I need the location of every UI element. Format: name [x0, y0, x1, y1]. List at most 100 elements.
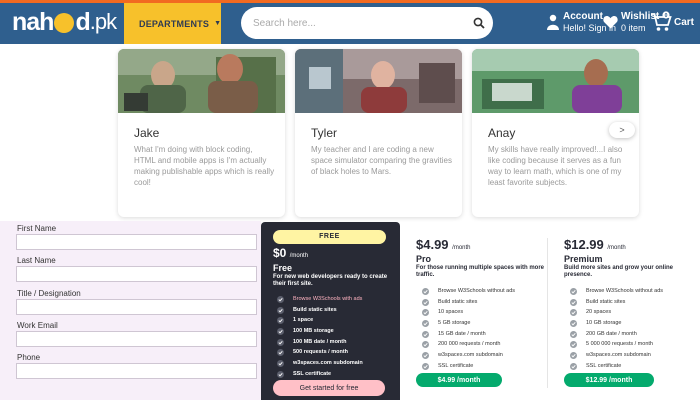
page: nah d .pk DEPARTMENTS ▼ Account Hello! S…: [0, 0, 700, 400]
check-icon: [277, 296, 284, 303]
check-icon: [422, 288, 429, 295]
check-icon: [570, 309, 577, 317]
plan-free-card: FREE $0 /month Free For new web develope…: [261, 222, 400, 400]
feature-item: 1 space: [277, 315, 363, 326]
feature-item: 10 spaces: [422, 307, 515, 318]
last-name-input[interactable]: [16, 266, 257, 282]
feature-text: 10 GB storage: [586, 320, 622, 327]
user-icon: [547, 14, 559, 30]
check-icon: [422, 362, 429, 370]
cart-label: Cart: [674, 16, 695, 28]
phone-input[interactable]: [16, 363, 257, 379]
feature-text: 5 GB storage: [438, 320, 471, 327]
check-icon: [277, 328, 284, 336]
feature-text: 500 requests / month: [293, 349, 349, 356]
free-price: $0 /month: [273, 246, 309, 260]
work-email-label: Work Email: [17, 321, 58, 330]
feature-text: SSL certificate: [586, 362, 622, 369]
logo-circle-icon: [54, 13, 75, 33]
check-icon: [422, 330, 429, 338]
top-header: nah d .pk DEPARTMENTS ▼ Account Hello! S…: [0, 0, 700, 44]
feature-item: w3spaces.com subdomain: [277, 358, 363, 369]
testimonial-name: Jake: [134, 126, 160, 140]
work-email-input[interactable]: [16, 331, 257, 347]
get-started-free-button[interactable]: Get started for free: [273, 380, 385, 396]
check-icon: [422, 298, 429, 306]
feature-item: 500 requests / month: [277, 347, 363, 358]
feature-text: 15 GB date / month: [438, 330, 486, 337]
feature-item: Build static sites: [570, 297, 663, 308]
feature-text: w3spaces.com subdomain: [586, 352, 651, 359]
carousel-next-button[interactable]: >: [609, 122, 635, 138]
check-icon: [277, 360, 284, 368]
check-icon: [570, 320, 577, 328]
departments-button[interactable]: DEPARTMENTS ▼: [124, 3, 221, 44]
pro-features-list: Browse W3Schools without ads Build static…: [422, 286, 515, 372]
free-plan-name: Free: [273, 263, 293, 273]
check-icon: [277, 338, 284, 346]
testimonial-quote: What I'm doing with block coding, HTML a…: [134, 145, 275, 187]
feature-item: Browse W3Schools with ads: [277, 294, 363, 305]
check-icon: [422, 341, 429, 349]
testimonial-card: Tyler My teacher and I are coding a new …: [295, 49, 462, 217]
feature-item: SSL certificate: [570, 361, 663, 372]
feature-item: 10 GB storage: [570, 318, 663, 329]
feature-text: Build static sites: [438, 298, 478, 305]
testimonial-name: Tyler: [311, 126, 338, 140]
premium-features-list: Browse W3Schools without ads Build static…: [570, 286, 663, 372]
testimonial-quote: My skills have really improved!...I also…: [488, 145, 623, 187]
testimonial-photo: [118, 49, 285, 113]
caret-down-icon: ▼: [214, 20, 221, 27]
testimonial-name: Anay: [488, 126, 516, 140]
logo-text-right: d: [75, 7, 90, 36]
site-logo[interactable]: nah d .pk: [12, 6, 117, 38]
logo-text-left: nah: [12, 7, 54, 36]
heart-icon: [603, 16, 618, 29]
pro-subscribe-button[interactable]: $4.99 /month: [416, 373, 502, 387]
testimonial-photo: [472, 49, 639, 113]
search-input[interactable]: [241, 17, 465, 29]
feature-item: w3spaces.com subdomain: [422, 350, 515, 361]
feature-item: Build static sites: [277, 305, 363, 316]
check-icon: [277, 317, 284, 325]
cart-icon: 0: [651, 11, 672, 31]
premium-per: /month: [607, 245, 626, 251]
check-icon: [422, 320, 429, 328]
first-name-input[interactable]: [16, 234, 257, 250]
feature-item: 15 GB date / month: [422, 329, 515, 340]
feature-text: Build static sites: [293, 306, 337, 313]
check-icon: [570, 362, 577, 370]
search-icon[interactable]: [465, 9, 493, 37]
phone-label: Phone: [17, 353, 41, 362]
check-icon: [570, 288, 577, 295]
feature-text: SSL certificate: [293, 370, 332, 377]
feature-text: Build static sites: [586, 298, 626, 305]
premium-plan-desc: Build more sites and grow your online pr…: [564, 265, 674, 278]
first-name-label: First Name: [17, 224, 57, 233]
feature-item: Browse W3Schools without ads: [570, 286, 663, 297]
check-icon: [422, 309, 429, 317]
feature-text: w3spaces.com subdomain: [438, 352, 503, 359]
plan-premium-card: $12.99 /month Premium Build more sites a…: [548, 222, 700, 400]
feature-item: w3spaces.com subdomain: [570, 350, 663, 361]
feature-text: 20 spaces: [586, 309, 612, 316]
check-icon: [277, 349, 284, 357]
check-icon: [277, 370, 284, 378]
testimonial-photo: [295, 49, 462, 113]
free-plan-desc: For new web developers ready to create t…: [273, 274, 388, 287]
feature-item: 200 GB date / month: [570, 329, 663, 340]
feature-text: w3spaces.com subdomain: [293, 360, 363, 367]
pro-price: $4.99 /month: [416, 237, 471, 252]
feature-text: Browse W3Schools without ads: [438, 288, 516, 294]
title-label: Title / Designation: [17, 289, 81, 298]
title-input[interactable]: [16, 299, 257, 315]
testimonial-card: Jake What I'm doing with block coding, H…: [118, 49, 285, 217]
feature-text: 100 MB storage: [293, 328, 334, 335]
plan-pro-card: $4.99 /month Pro For those running multi…: [400, 222, 547, 400]
search-bar: [241, 7, 493, 39]
premium-plan-name: Premium: [564, 254, 603, 264]
feature-text: SSL certificate: [438, 362, 474, 369]
feature-text: 200 000 requests / month: [438, 341, 501, 348]
cart-link[interactable]: 0 Cart: [650, 4, 694, 40]
premium-subscribe-button[interactable]: $12.99 /month: [564, 373, 654, 387]
